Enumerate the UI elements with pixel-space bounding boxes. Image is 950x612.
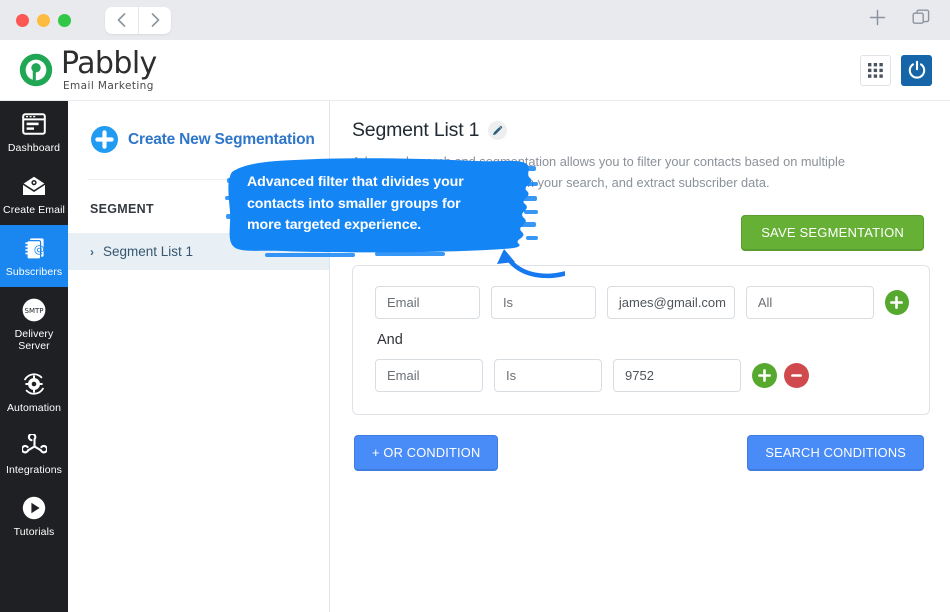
save-row: SAVE SEGMENTATION bbox=[352, 215, 930, 252]
condition-operator-select[interactable]: Is bbox=[490, 286, 596, 320]
svg-text:@: @ bbox=[34, 243, 45, 256]
save-segmentation-button[interactable]: SAVE SEGMENTATION bbox=[741, 215, 924, 252]
window-controls bbox=[16, 13, 71, 27]
or-condition-button[interactable]: + OR CONDITION bbox=[354, 435, 499, 472]
condition-value-text: james@gmail.com bbox=[618, 295, 726, 311]
window-titlebar bbox=[0, 0, 950, 40]
maximize-window-button[interactable] bbox=[58, 13, 71, 27]
condition-list-value: All bbox=[757, 295, 773, 311]
condition-value-input[interactable]: 9752 bbox=[613, 359, 741, 393]
brand-text: Pabbly Email Marketing bbox=[61, 45, 157, 92]
condition-operator-select[interactable]: Is bbox=[494, 359, 602, 393]
add-condition-button[interactable] bbox=[752, 363, 777, 389]
condition-field-select[interactable]: Email bbox=[375, 359, 483, 393]
sidebar-label: Delivery Server bbox=[14, 328, 54, 353]
sidebar-item-integrations[interactable]: Integrations bbox=[0, 423, 68, 485]
condition-value-text: 9752 bbox=[625, 368, 654, 384]
sidebar-item-create-email[interactable]: Create Email bbox=[0, 163, 68, 225]
segment-sidebar: Create New Segmentation SEGMENT › Segmen… bbox=[68, 101, 330, 612]
smtp-icon: SMTP bbox=[21, 297, 47, 323]
sidebar-item-automation[interactable]: Automation bbox=[0, 361, 68, 423]
page-title-row: Segment List 1 bbox=[352, 119, 930, 142]
close-window-button[interactable] bbox=[16, 13, 29, 27]
page-title: Segment List 1 bbox=[352, 119, 480, 141]
condition-actions-row: + OR CONDITION SEARCH CONDITIONS bbox=[352, 435, 930, 472]
page-description: Advanced search and segmentation allows … bbox=[352, 152, 892, 193]
show-tabs-button[interactable] bbox=[912, 9, 930, 32]
condition-field-value: Email bbox=[387, 368, 420, 384]
dashboard-icon bbox=[22, 111, 46, 137]
apps-grid-icon bbox=[868, 62, 883, 78]
power-icon bbox=[908, 60, 925, 79]
back-button[interactable] bbox=[105, 7, 138, 34]
integrations-icon bbox=[21, 433, 47, 459]
sidebar-item-subscribers[interactable]: @ Subscribers bbox=[0, 225, 68, 288]
sidebar-label: Automation bbox=[6, 402, 62, 415]
pabbly-logo-icon bbox=[19, 53, 53, 87]
app-header: Pabbly Email Marketing bbox=[0, 40, 950, 101]
plus-icon bbox=[869, 9, 886, 26]
brand-tagline: Email Marketing bbox=[63, 79, 154, 92]
sidebar-item-delivery-server[interactable]: SMTP Delivery Server bbox=[0, 287, 68, 361]
minimize-window-button[interactable] bbox=[37, 13, 50, 27]
browser-nav-group bbox=[105, 6, 171, 34]
play-icon bbox=[21, 495, 47, 521]
brand-logo[interactable]: Pabbly Email Marketing bbox=[18, 45, 157, 92]
page-description-line-1: Advanced search and segmentation allows … bbox=[352, 154, 845, 169]
sidebar-label: Subscribers bbox=[5, 266, 63, 279]
plus-circle-green-icon bbox=[890, 296, 904, 310]
condition-operator-value: Is bbox=[506, 368, 517, 384]
condition-field-select[interactable]: Email bbox=[375, 286, 480, 320]
sidebar-item-dashboard[interactable]: Dashboard bbox=[0, 101, 68, 163]
sidebar-label: Tutorials bbox=[13, 526, 55, 539]
create-new-segmentation-button[interactable]: Create New Segmentation bbox=[68, 101, 329, 153]
chevron-left-icon bbox=[117, 13, 126, 27]
and-operator-label: And bbox=[377, 332, 403, 349]
main-content: Segment List 1 Advanced search and segme… bbox=[330, 101, 950, 612]
new-tab-button[interactable] bbox=[869, 9, 886, 31]
condition-row: Email Is 9752 bbox=[375, 359, 909, 393]
plus-circle-green-icon bbox=[758, 369, 771, 383]
create-new-segmentation-label: Create New Segmentation bbox=[128, 130, 315, 148]
contacts-icon: @ bbox=[22, 235, 46, 261]
pencil-icon bbox=[493, 126, 503, 136]
brand-name: Pabbly bbox=[61, 45, 157, 81]
header-actions bbox=[860, 54, 932, 86]
search-conditions-button[interactable]: SEARCH CONDITIONS bbox=[747, 435, 924, 472]
condition-operator-value: Is bbox=[502, 295, 514, 311]
envelope-icon bbox=[21, 173, 47, 199]
sidebar-label: Create Email bbox=[3, 204, 65, 217]
segment-section-header: SEGMENT bbox=[90, 202, 154, 216]
sidebar-label: Integrations bbox=[5, 464, 63, 477]
plus-circle-icon bbox=[91, 126, 118, 153]
svg-text:SMTP: SMTP bbox=[25, 307, 44, 315]
filter-conditions-card: Email Is james@gmail.com All And Email I… bbox=[352, 265, 930, 416]
add-condition-button[interactable] bbox=[884, 290, 910, 316]
logout-button[interactable] bbox=[901, 54, 932, 86]
sidebar-item-segment-list-1[interactable]: › Segment List 1 bbox=[68, 233, 329, 270]
primary-navigation-rail: Dashboard Create Email @ Subscribers SMT… bbox=[0, 101, 68, 612]
titlebar-actions bbox=[869, 9, 930, 32]
condition-field-value: Email bbox=[387, 295, 420, 311]
chevron-right-icon: › bbox=[90, 244, 94, 259]
gear-automation-icon bbox=[21, 371, 47, 397]
segment-item-label: Segment List 1 bbox=[103, 244, 194, 259]
forward-button[interactable] bbox=[138, 6, 171, 34]
app-window: Pabbly Email Marketing Dashboard Create … bbox=[0, 0, 950, 612]
copy-tabs-icon bbox=[912, 9, 930, 24]
apps-grid-button[interactable] bbox=[860, 54, 891, 86]
minus-circle-red-icon bbox=[791, 374, 802, 378]
condition-list-select[interactable]: All bbox=[745, 286, 874, 320]
condition-value-input[interactable]: james@gmail.com bbox=[606, 286, 735, 320]
sidebar-item-tutorials[interactable]: Tutorials bbox=[0, 485, 68, 547]
chevron-right-icon bbox=[151, 13, 159, 27]
condition-row: Email Is james@gmail.com All bbox=[375, 286, 910, 320]
remove-condition-button[interactable] bbox=[784, 363, 809, 389]
edit-segment-name-button[interactable] bbox=[488, 121, 508, 140]
sidebar-label: Dashboard bbox=[7, 142, 61, 154]
page-description-line-2: conditions, create new lists from your s… bbox=[352, 174, 770, 190]
